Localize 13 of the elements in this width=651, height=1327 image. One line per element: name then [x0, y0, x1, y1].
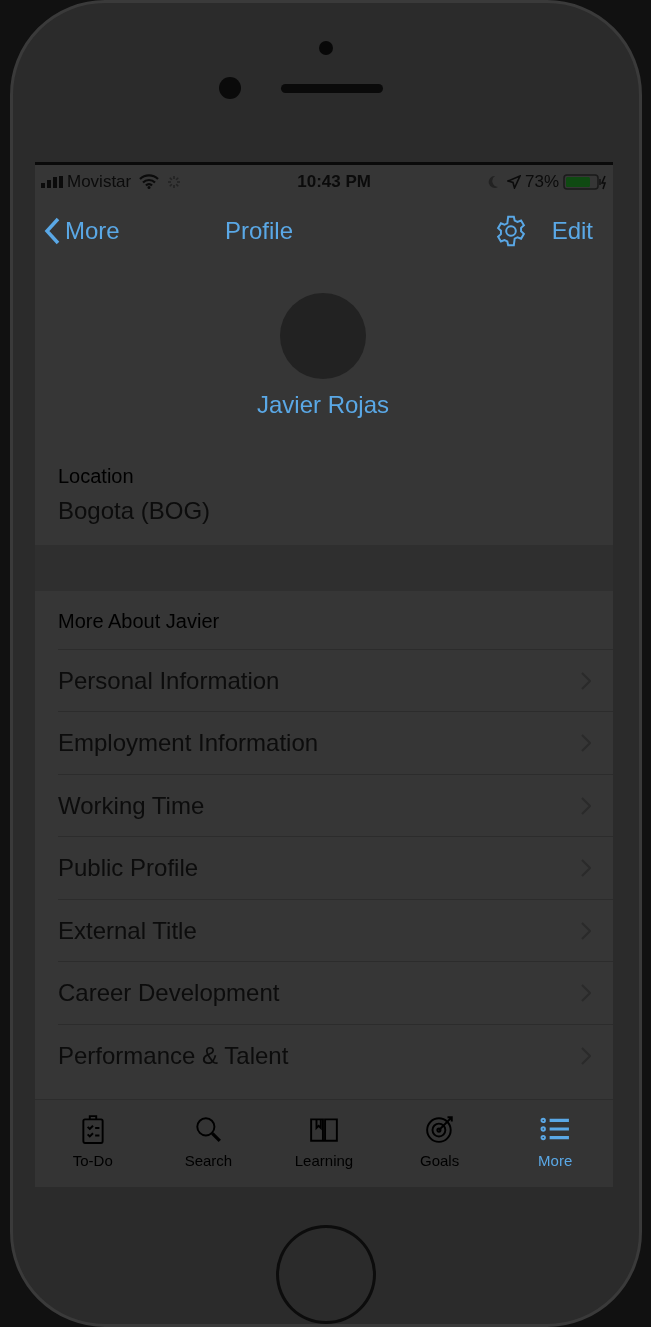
- battery-icon: [563, 173, 607, 190]
- edit-button[interactable]: Edit: [551, 212, 593, 249]
- tab-bar-item[interactable]: More: [497, 1099, 613, 1187]
- wifi-icon: [139, 174, 160, 190]
- signal-icon: [41, 175, 63, 188]
- back-button[interactable]: More: [43, 212, 203, 249]
- camera-lens: [219, 77, 241, 99]
- profile-name: Javier Rojas: [256, 389, 389, 420]
- location-arrow-icon: [506, 174, 521, 189]
- sensor-dot: [319, 41, 333, 55]
- target-icon: [424, 1113, 455, 1144]
- back-chevron-icon: [43, 215, 61, 246]
- nav-title: Profile: [225, 215, 294, 246]
